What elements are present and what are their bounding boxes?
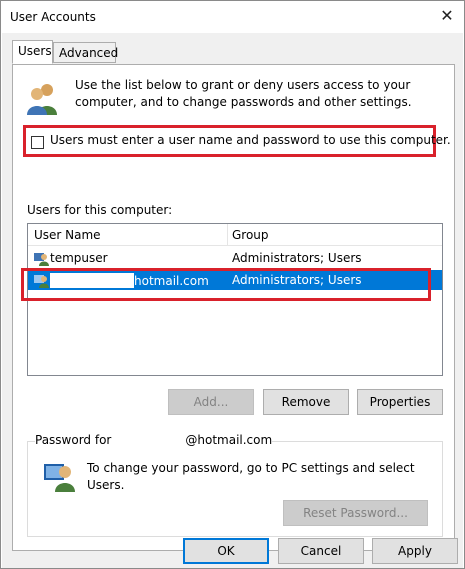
users-tab-panel: Use the list below to grant or deny user… <box>12 64 455 551</box>
password-user-icon <box>44 464 75 492</box>
apply-button-label: Apply <box>398 544 432 558</box>
remove-button[interactable]: Remove <box>263 389 349 415</box>
ok-button-label: OK <box>217 544 235 558</box>
add-button-label: Add... <box>193 395 229 409</box>
password-title-prefix: Password for <box>35 433 112 447</box>
require-password-highlight: Users must enter a user name and passwor… <box>23 125 451 157</box>
password-instructions: To change your password, go to PC settin… <box>87 461 415 492</box>
add-button[interactable]: Add... <box>168 389 254 415</box>
password-title-suffix: @hotmail.com <box>185 433 273 447</box>
window-title: User Accounts <box>10 10 96 24</box>
selected-row-highlight <box>21 268 431 301</box>
reset-password-button[interactable]: Reset Password... <box>283 500 428 526</box>
user-account-icon <box>34 253 49 266</box>
apply-button[interactable]: Apply <box>372 538 458 564</box>
list-item-tempuser[interactable]: tempuser Administrators; Users <box>28 248 442 268</box>
cancel-button-label: Cancel <box>300 544 342 558</box>
tab-users-label: Users <box>18 44 52 58</box>
tab-advanced[interactable]: Advanced <box>53 42 119 63</box>
user-group-cell: Administrators; Users <box>232 251 362 265</box>
properties-button-label: Properties <box>369 395 431 409</box>
reset-password-label: Reset Password... <box>303 506 408 520</box>
password-group-title: Password for @hotmail.com <box>35 433 273 447</box>
ok-button[interactable]: OK <box>183 538 269 564</box>
users-icon <box>27 84 57 115</box>
tab-users[interactable]: Users <box>12 40 53 64</box>
users-list-label: Users for this computer: <box>27 203 173 217</box>
column-group[interactable]: Group <box>232 228 269 242</box>
user-accounts-dialog: User Accounts ✕ Users Advanced Use the l… <box>0 0 465 569</box>
tab-advanced-label: Advanced <box>59 46 119 60</box>
intro-text: Use the list below to grant or deny user… <box>75 78 412 109</box>
title-bar: User Accounts ✕ <box>1 1 464 33</box>
cancel-button[interactable]: Cancel <box>278 538 364 564</box>
dialog-client-area: Users Advanced Use the list below to gra… <box>2 33 463 568</box>
require-password-checkbox[interactable] <box>31 136 44 149</box>
remove-button-label: Remove <box>281 395 331 409</box>
properties-button[interactable]: Properties <box>357 389 443 415</box>
users-list-header: User Name Group <box>28 224 442 246</box>
user-name-cell: tempuser <box>50 251 108 265</box>
require-password-label[interactable]: Users must enter a user name and passwor… <box>50 133 451 147</box>
close-icon[interactable]: ✕ <box>437 6 457 26</box>
column-user-name[interactable]: User Name <box>34 228 101 242</box>
column-divider[interactable] <box>227 224 228 246</box>
